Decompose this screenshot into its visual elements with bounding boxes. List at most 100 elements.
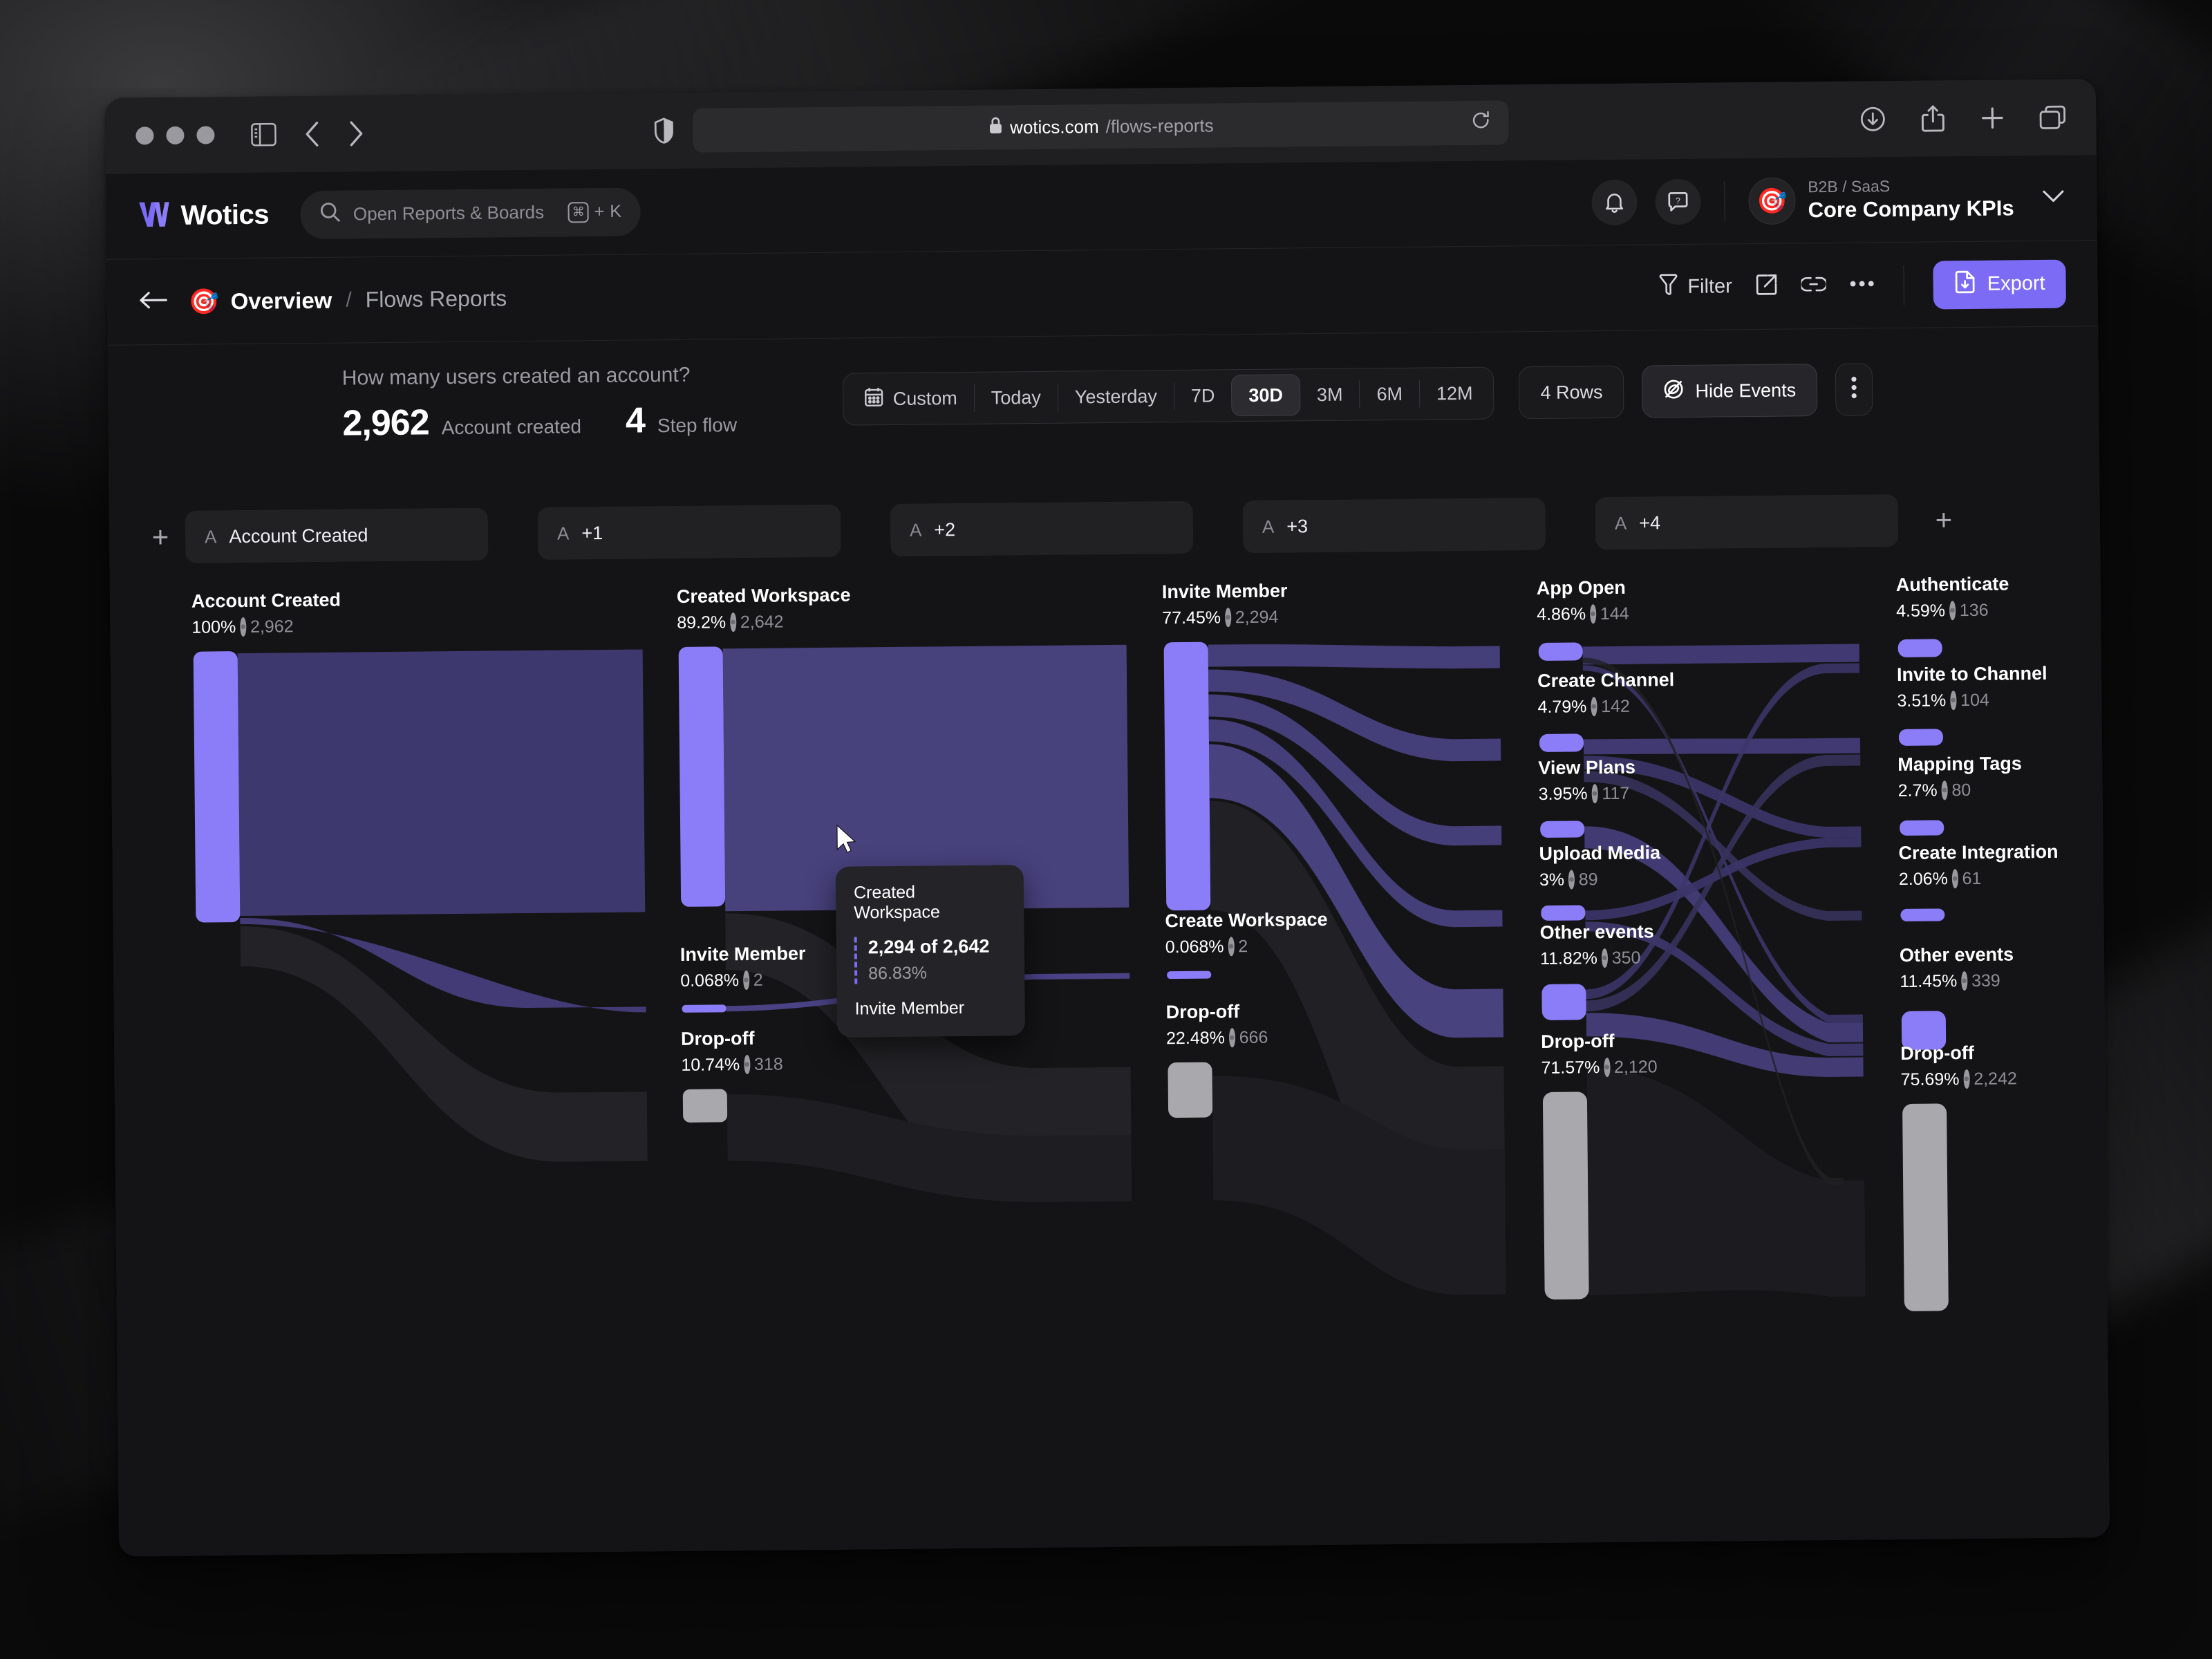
address-bar-container: wotics.com/flows-reports xyxy=(693,100,1509,153)
new-tab-icon[interactable] xyxy=(1980,105,2005,130)
sidebar-toggle-icon[interactable] xyxy=(250,122,276,147)
sankey-node-dropoff[interactable] xyxy=(1168,1062,1213,1118)
minimize-window-button[interactable] xyxy=(166,126,185,145)
breadcrumb-root[interactable]: Overview xyxy=(230,287,332,314)
browser-window: wotics.com/flows-reports Wotics Open Rep… xyxy=(104,79,2110,1557)
tooltip-footer: Invite Member xyxy=(854,998,965,1019)
sankey-chart: Account Created 100% • 2,962 Created Works… xyxy=(110,570,2109,1460)
filter-button[interactable]: Filter xyxy=(1658,273,1732,301)
share-icon[interactable] xyxy=(1920,104,1945,132)
breadcrumb-separator: / xyxy=(346,288,352,312)
calendar-icon xyxy=(864,386,883,412)
step-chip-label: +1 xyxy=(581,522,603,543)
step-chip-prefix: A xyxy=(909,519,922,541)
open-external-icon[interactable] xyxy=(1756,274,1778,299)
tooltip-header: Created Workspace xyxy=(853,882,941,923)
sankey-node[interactable] xyxy=(1541,984,1586,1020)
close-window-button[interactable] xyxy=(135,126,154,145)
download-icon[interactable] xyxy=(1859,106,1886,132)
step-chip-label: Account Created xyxy=(229,524,368,547)
application: Wotics Open Reports & Boards ⌘ + K ? 🎯 B… xyxy=(105,155,2110,1557)
sankey-node[interactable] xyxy=(1167,971,1212,980)
sankey-node[interactable] xyxy=(1900,820,1944,836)
export-button[interactable]: Export xyxy=(1933,259,2066,309)
bell-icon[interactable] xyxy=(1591,179,1638,225)
address-bar[interactable]: wotics.com/flows-reports xyxy=(693,100,1509,153)
step-chip-4[interactable]: A +4 xyxy=(1595,494,1899,550)
link-icon[interactable] xyxy=(1799,275,1828,297)
window-traffic-lights[interactable] xyxy=(135,126,215,145)
range-controls: Custom Today Yesterday 7D 30D 3M 6M 12M … xyxy=(842,363,1873,426)
sankey-node-dropoff[interactable] xyxy=(1542,1091,1589,1300)
range-today[interactable]: Today xyxy=(974,377,1058,419)
brand-logo[interactable]: Wotics xyxy=(138,198,269,234)
range-7d[interactable]: 7D xyxy=(1174,375,1232,417)
sankey-node[interactable] xyxy=(1897,639,1942,657)
sankey-node[interactable] xyxy=(1541,905,1586,921)
range-custom[interactable]: Custom xyxy=(847,377,974,420)
url-path: /flows-reports xyxy=(1105,114,1214,137)
help-chat-icon[interactable]: ? xyxy=(1655,178,1701,225)
dart-target-icon: 🎯 xyxy=(188,286,220,316)
step-chip-2[interactable]: A +2 xyxy=(890,500,1194,556)
sankey-node[interactable] xyxy=(1540,821,1585,838)
hide-events-label: Hide Events xyxy=(1695,379,1797,402)
search-input[interactable]: Open Reports & Boards ⌘ + K xyxy=(300,187,641,239)
tab-overview-icon[interactable] xyxy=(2039,105,2066,130)
total-count: 2,962 xyxy=(342,402,429,444)
workspace-switcher[interactable]: 🎯 B2B / SaaS Core Company KPIs xyxy=(1748,174,2065,225)
sankey-node[interactable] xyxy=(1539,733,1584,752)
arrow-left-icon[interactable] xyxy=(139,290,168,313)
funnel-icon xyxy=(1658,273,1678,301)
sankey-node[interactable] xyxy=(682,1004,727,1013)
step-chips-row: + A Account Created A +1 A +2 A +3 A +4 … xyxy=(141,493,2069,564)
filter-label: Filter xyxy=(1687,275,1732,298)
step-chip-1[interactable]: A +1 xyxy=(537,504,841,560)
rows-label: 4 Rows xyxy=(1540,381,1603,403)
step-chip-0[interactable]: A Account Created xyxy=(185,507,489,563)
range-6m[interactable]: 6M xyxy=(1360,373,1419,415)
screen: wotics.com/flows-reports Wotics Open Rep… xyxy=(0,0,2212,1659)
step-chip-3[interactable]: A +3 xyxy=(1242,497,1546,554)
sankey-node[interactable] xyxy=(1163,641,1211,911)
sankey-node[interactable] xyxy=(1538,642,1583,661)
summary-row: How many users created an account? 2,962… xyxy=(107,326,2099,470)
sankey-link-dropoff xyxy=(240,926,648,1162)
sankey-node[interactable] xyxy=(1901,1011,1947,1050)
export-label: Export xyxy=(1987,272,2045,295)
reload-icon[interactable] xyxy=(1471,111,1490,135)
add-step-left-button[interactable]: + xyxy=(141,521,180,554)
range-3m[interactable]: 3M xyxy=(1300,373,1360,415)
more-options-button[interactable] xyxy=(1835,363,1873,416)
header-right-actions: ? 🎯 B2B / SaaS Core Company KPIs xyxy=(1591,174,2065,226)
range-12m[interactable]: 12M xyxy=(1420,373,1490,415)
tooltip-body: 2,294 of 2,642 86.83% xyxy=(854,935,1007,984)
chevron-down-icon[interactable] xyxy=(2041,189,2065,207)
sankey-node-dropoff[interactable] xyxy=(1902,1103,1949,1311)
add-step-right-button[interactable]: + xyxy=(1924,503,1963,537)
sankey-node[interactable] xyxy=(1900,908,1945,921)
step-chip-prefix: A xyxy=(204,525,217,547)
sankey-link xyxy=(1583,738,1861,755)
step-chip-label: +2 xyxy=(934,518,956,540)
range-yesterday[interactable]: Yesterday xyxy=(1058,375,1174,418)
dart-target-icon: 🎯 xyxy=(1748,176,1796,225)
sankey-node[interactable] xyxy=(678,646,726,907)
sankey-node-dropoff[interactable] xyxy=(682,1089,728,1123)
workspace-title: Core Company KPIs xyxy=(1808,195,2014,222)
hide-events-button[interactable]: Hide Events xyxy=(1642,364,1818,418)
range-30d[interactable]: 30D xyxy=(1231,374,1301,417)
step-chip-prefix: A xyxy=(1614,512,1627,534)
browser-forward-icon[interactable] xyxy=(347,120,365,147)
sankey-node[interactable] xyxy=(1898,729,1943,746)
step-chip-prefix: A xyxy=(556,522,570,544)
maximize-window-button[interactable] xyxy=(196,126,215,144)
rows-selector[interactable]: 4 Rows xyxy=(1519,365,1624,420)
sankey-link-dropoff xyxy=(1586,1068,1866,1297)
shield-icon[interactable] xyxy=(654,118,673,144)
search-placeholder: Open Reports & Boards xyxy=(353,201,545,225)
search-icon xyxy=(320,202,341,227)
ellipsis-icon[interactable] xyxy=(1850,279,1875,292)
sankey-node[interactable] xyxy=(193,651,241,923)
browser-back-icon[interactable] xyxy=(303,120,321,148)
